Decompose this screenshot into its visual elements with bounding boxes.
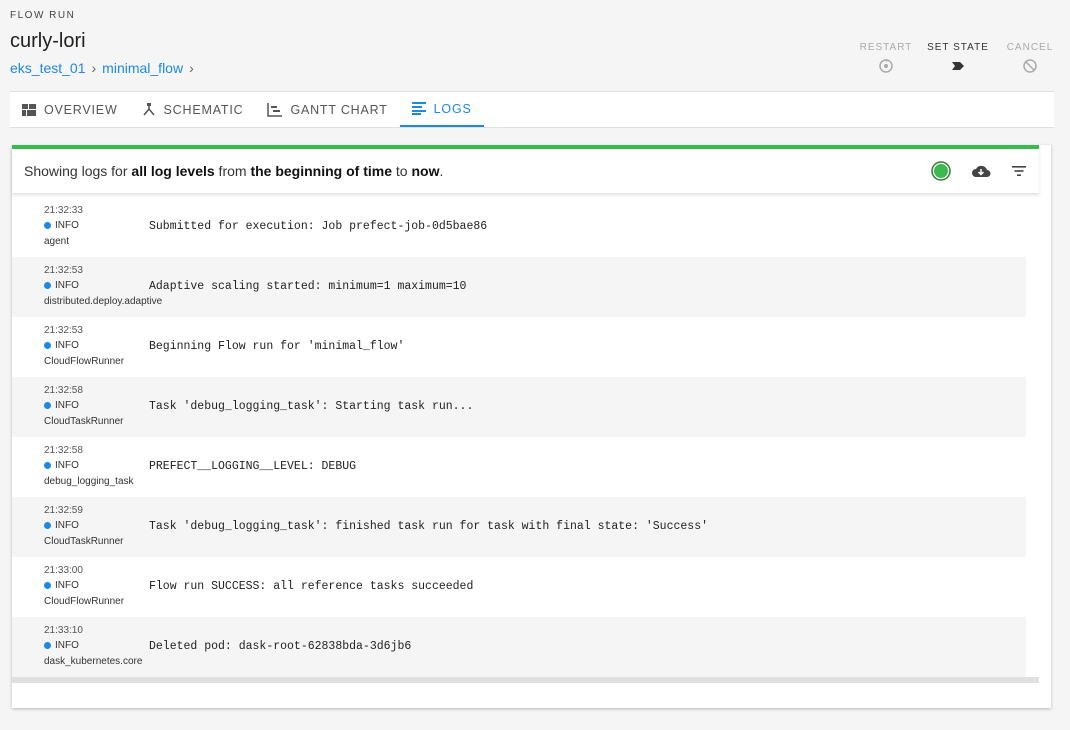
log-from-value: the beginning of time bbox=[250, 163, 392, 179]
cancel-label: CANCEL bbox=[1006, 42, 1054, 53]
log-timestamp: 21:32:59 bbox=[44, 505, 83, 516]
log-level: INFO bbox=[44, 220, 79, 231]
log-row: 21:32:59 INFO CloudTaskRunner Task 'debu… bbox=[12, 497, 1026, 557]
logs-card: Showing logs for all log levels from the… bbox=[12, 145, 1051, 708]
tab-gantt-chart-label: GANTT CHART bbox=[290, 102, 388, 117]
log-filter-summary: Showing logs for all log levels from the… bbox=[12, 149, 1039, 193]
run-actions: RESTART SET STATE CANCEL bbox=[850, 42, 1066, 74]
breadcrumb-separator: › bbox=[189, 60, 194, 76]
log-row: 21:33:00 INFO CloudFlowRunner Flow run S… bbox=[12, 557, 1026, 617]
cancel-button[interactable]: CANCEL bbox=[994, 42, 1066, 74]
restart-button[interactable]: RESTART bbox=[850, 42, 922, 74]
log-row: 21:32:58 INFO debug_logging_task PREFECT… bbox=[12, 437, 1026, 497]
log-timestamp: 21:33:00 bbox=[44, 565, 83, 576]
log-toolbar bbox=[911, 161, 1027, 181]
tab-logs[interactable]: LOGS bbox=[399, 92, 484, 127]
restart-icon bbox=[850, 58, 922, 74]
set-state-icon bbox=[922, 58, 994, 74]
gantt-chart-icon bbox=[267, 102, 283, 117]
live-status-icon[interactable] bbox=[931, 161, 951, 181]
log-source: debug_logging_task bbox=[44, 476, 134, 487]
info-dot-icon bbox=[44, 342, 51, 349]
flow-run-header: FLOW RUN curly-lori eks_test_01 › minimal_… bbox=[10, 0, 1060, 90]
log-message: Flow run SUCCESS: all reference tasks su… bbox=[149, 580, 474, 593]
log-message: PREFECT__LOGGING__LEVEL: DEBUG bbox=[149, 460, 357, 473]
info-dot-icon bbox=[44, 462, 51, 469]
log-source: agent bbox=[44, 236, 70, 247]
breadcrumb-flow-link[interactable]: minimal_flow bbox=[102, 60, 183, 76]
cancel-icon bbox=[994, 58, 1066, 74]
log-message: Deleted pod: dask-root-62838bda-3d6jb6 bbox=[149, 640, 412, 653]
tab-schematic[interactable]: SCHEMATIC bbox=[130, 92, 256, 127]
overview-icon bbox=[22, 103, 36, 116]
log-timestamp: 21:32:53 bbox=[44, 325, 83, 336]
breadcrumb: eks_test_01 › minimal_flow › bbox=[10, 60, 200, 76]
log-level: INFO bbox=[44, 640, 79, 651]
log-level: INFO bbox=[44, 280, 79, 291]
log-row: 21:32:53 INFO distributed.deploy.adaptiv… bbox=[12, 257, 1026, 317]
tab-schematic-label: SCHEMATIC bbox=[163, 102, 244, 117]
horizontal-scrollbar[interactable] bbox=[12, 677, 1039, 683]
info-dot-icon bbox=[44, 522, 51, 529]
page-title: curly-lori bbox=[10, 30, 86, 52]
info-dot-icon bbox=[44, 642, 51, 649]
restart-label: RESTART bbox=[859, 42, 913, 53]
tab-overview-label: OVERVIEW bbox=[44, 102, 118, 117]
breadcrumb-separator: › bbox=[91, 60, 97, 76]
log-source: CloudFlowRunner bbox=[44, 356, 125, 367]
log-level: INFO bbox=[44, 460, 79, 471]
download-logs-icon[interactable] bbox=[971, 163, 991, 179]
info-dot-icon bbox=[44, 282, 51, 289]
log-level: INFO bbox=[44, 340, 79, 351]
info-dot-icon bbox=[44, 402, 51, 409]
log-timestamp: 21:33:10 bbox=[44, 625, 83, 636]
log-message: Task 'debug_logging_task': Starting task… bbox=[149, 400, 474, 413]
log-source: dask_kubernetes.core bbox=[44, 656, 143, 667]
log-level: INFO bbox=[44, 520, 79, 531]
info-dot-icon bbox=[44, 222, 51, 229]
info-dot-icon bbox=[44, 582, 51, 589]
tab-overview[interactable]: OVERVIEW bbox=[10, 92, 130, 127]
log-level: INFO bbox=[44, 400, 79, 411]
log-source: CloudTaskRunner bbox=[44, 416, 124, 427]
log-levels-value: all log levels bbox=[131, 163, 215, 179]
log-row: 21:32:33 INFO agent Submitted for execut… bbox=[12, 197, 1026, 257]
tab-gantt-chart[interactable]: GANTT CHART bbox=[255, 92, 399, 127]
log-row: 21:32:58 INFO CloudTaskRunner Task 'debu… bbox=[12, 377, 1026, 437]
page-eyebrow: FLOW RUN bbox=[10, 10, 76, 21]
set-state-label: SET STATE bbox=[927, 42, 989, 53]
tab-bar: OVERVIEW SCHEMATIC GANTT CHART LOGS bbox=[10, 91, 1054, 128]
logs-icon bbox=[411, 102, 426, 115]
log-list: 21:32:33 INFO agent Submitted for execut… bbox=[12, 197, 1026, 677]
log-message: Beginning Flow run for 'minimal_flow' bbox=[149, 340, 405, 353]
log-source: distributed.deploy.adaptive bbox=[44, 296, 163, 307]
log-source: CloudFlowRunner bbox=[44, 596, 125, 607]
log-timestamp: 21:32:53 bbox=[44, 265, 83, 276]
log-message: Submitted for execution: Job prefect-job… bbox=[149, 220, 488, 233]
breadcrumb-project-link[interactable]: eks_test_01 bbox=[10, 60, 86, 76]
tab-logs-label: LOGS bbox=[433, 101, 472, 116]
set-state-button[interactable]: SET STATE bbox=[922, 42, 994, 74]
schematic-icon bbox=[142, 102, 156, 117]
log-timestamp: 21:32:33 bbox=[44, 205, 83, 216]
log-message: Adaptive scaling started: minimum=1 maxi… bbox=[149, 280, 467, 293]
log-level: INFO bbox=[44, 580, 79, 591]
log-timestamp: 21:32:58 bbox=[44, 445, 83, 456]
log-to-value: now bbox=[411, 163, 440, 179]
filter-icon[interactable] bbox=[1011, 165, 1027, 177]
log-timestamp: 21:32:58 bbox=[44, 385, 83, 396]
summary-text: Showing logs for all log levels from the… bbox=[24, 163, 444, 179]
log-row: 21:32:53 INFO CloudFlowRunner Beginning … bbox=[12, 317, 1026, 377]
log-row: 21:33:10 INFO dask_kubernetes.core Delet… bbox=[12, 617, 1026, 677]
log-source: CloudTaskRunner bbox=[44, 536, 124, 547]
log-message: Task 'debug_logging_task': finished task… bbox=[149, 520, 708, 533]
